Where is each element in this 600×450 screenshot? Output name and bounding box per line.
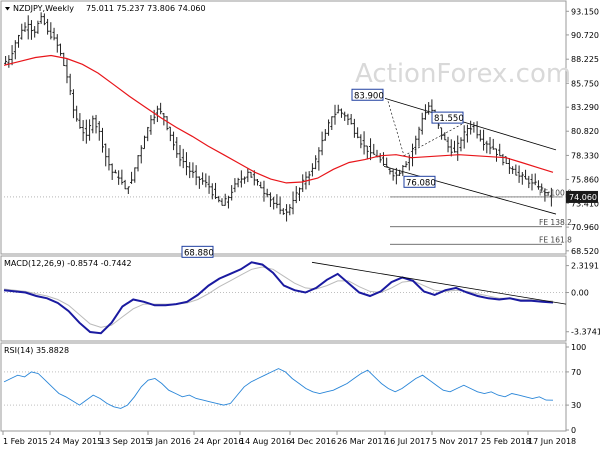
macd-title: MACD(12,26,9) -0.8574 -0.7442 (4, 259, 132, 268)
annotation-label: 81.550 (434, 114, 464, 124)
price-y-tick-label: 83.290 (571, 103, 599, 112)
rsi-y-tick-label: 70 (571, 368, 581, 377)
annotation-label: 68.880 (184, 248, 214, 258)
x-tick-label: 3 Jan 2016 (148, 437, 191, 446)
symbol-title: NZDJPY,Weekly (13, 4, 74, 13)
collapse-arrow-icon[interactable] (5, 7, 10, 11)
rsi-plot (3, 368, 566, 409)
macd-signal-line (3, 266, 554, 328)
price-plot: FE 100.0FE 138.2FE 161.883.90081.55076.0… (3, 12, 572, 258)
price-title: NZDJPY,Weekly 75.011 75.237 73.806 74.06… (5, 4, 206, 13)
rsi-panel-frame (0, 342, 567, 432)
fibonacci-label: FE 161.8 (539, 236, 572, 245)
price-y-tick-label: 93.150 (571, 7, 599, 16)
price-y-tick-label: 80.820 (571, 127, 599, 136)
price-y-tick-label: 85.750 (571, 79, 599, 88)
fibonacci-label: FE 138.2 (539, 218, 572, 227)
macd-plot (3, 261, 567, 335)
ohlc-values: 75.011 75.237 73.806 74.060 (86, 4, 206, 13)
price-y-tick-label: 75.860 (571, 175, 599, 184)
rsi-y-tick-label: 0 (571, 426, 576, 435)
price-y-tick-label: 78.330 (571, 151, 599, 160)
annotation-label: 76.080 (406, 178, 436, 188)
watermark: ActionForex.com (355, 59, 571, 89)
x-tick-label: 16 Jul 2017 (385, 437, 430, 446)
x-tick-label: 24 Apr 2016 (194, 437, 243, 446)
x-tick-label: 25 Feb 2018 (481, 437, 531, 446)
x-tick-label: 17 Jun 2018 (528, 437, 576, 446)
macd-y-tick-label: 2.3191 (571, 262, 599, 271)
rsi-y-tick-label: 30 (571, 401, 581, 410)
x-tick-label: 13 Sep 2015 (100, 437, 151, 446)
price-y-tick-label: 90.720 (571, 31, 599, 40)
last-price-label: 74.060 (569, 193, 597, 202)
price-y-tick-label: 88.225 (571, 55, 599, 64)
rsi-title: RSI(14) 35.8828 (4, 346, 69, 355)
annotation-label: 83.900 (354, 91, 384, 101)
x-tick-label: 1 Feb 2015 (3, 437, 48, 446)
chart-canvas: ActionForex.com FE 100.0FE 138.2FE 161.8… (0, 0, 600, 446)
macd-y-tick-label: 0.00 (571, 289, 589, 298)
price-y-tick-label: 70.960 (571, 223, 599, 232)
rsi-y-tick-label: 100 (571, 343, 586, 352)
x-tick-label: 14 Aug 2016 (240, 437, 291, 446)
projection-line (387, 101, 405, 156)
macd-trend-line (311, 261, 567, 305)
price-y-tick-label: 68.520 (571, 247, 599, 256)
x-tick-label: 5 Nov 2017 (432, 437, 478, 446)
x-tick-label: 26 Mar 2017 (337, 437, 388, 446)
channel-lower-line (383, 166, 557, 215)
rsi-line (3, 368, 554, 409)
macd-y-tick-label: -3.3741 (571, 328, 600, 337)
x-tick-label: 24 May 2015 (50, 437, 102, 446)
x-tick-label: 4 Dec 2016 (290, 437, 336, 446)
